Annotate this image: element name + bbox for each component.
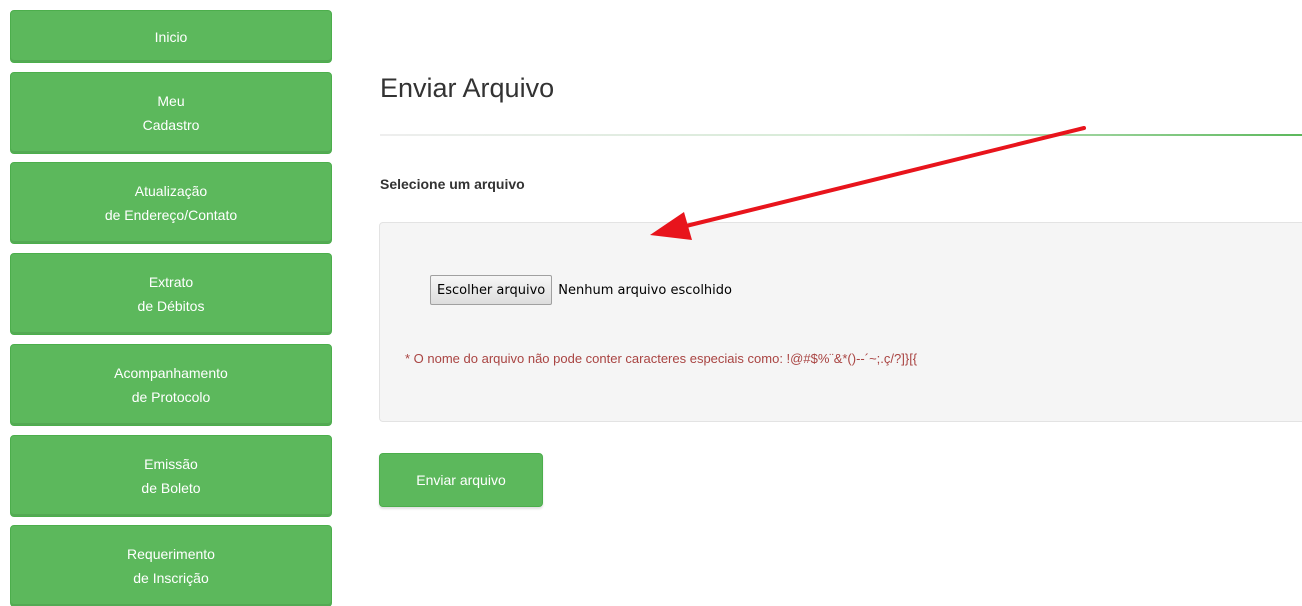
send-file-button[interactable]: Enviar arquivo xyxy=(379,453,543,507)
sidebar-item-meu-cadastro[interactable]: Meu Cadastro xyxy=(10,72,332,154)
sidebar-item-sublabel: de Boleto xyxy=(141,480,201,496)
file-section-label: Selecione um arquivo xyxy=(380,176,525,192)
filename-warning: * O nome do arquivo não pode conter cara… xyxy=(405,351,918,366)
sidebar-item-emissao-boleto[interactable]: Emissão de Boleto xyxy=(10,435,332,517)
sidebar-item-label: Emissão xyxy=(144,456,198,472)
file-status-text: Nenhum arquivo escolhido xyxy=(558,282,732,298)
sidebar-item-sublabel: de Débitos xyxy=(137,298,205,314)
sidebar-item-label: Requerimento xyxy=(127,546,215,562)
sidebar-item-sublabel: de Endereço/Contato xyxy=(104,207,238,223)
choose-file-button[interactable]: Escolher arquivo xyxy=(430,275,553,305)
sidebar-item-extrato-debitos[interactable]: Extrato de Débitos xyxy=(10,253,332,335)
title-divider xyxy=(380,134,1302,136)
sidebar-item-sublabel: de Protocolo xyxy=(131,389,211,405)
sidebar-item-label: Extrato xyxy=(148,274,194,290)
file-input[interactable]: Escolher arquivo Nenhum arquivo escolhid… xyxy=(430,275,732,305)
sidebar-item-label: Inicio xyxy=(154,28,188,45)
sidebar-item-sublabel: de Inscrição xyxy=(133,570,209,586)
upload-panel: Escolher arquivo Nenhum arquivo escolhid… xyxy=(379,222,1302,422)
sidebar-item-sublabel: Cadastro xyxy=(142,117,200,133)
sidebar-item-acompanhamento-protocolo[interactable]: Acompanhamento de Protocolo xyxy=(10,344,332,426)
arrow-shaft xyxy=(684,126,1086,228)
sidebar-item-inicio[interactable]: Inicio xyxy=(10,10,332,63)
sidebar-item-requerimento-inscricao[interactable]: Requerimento de Inscrição xyxy=(10,525,332,606)
sidebar-item-label: Atualização xyxy=(134,183,208,199)
sidebar-item-label: Acompanhamento xyxy=(114,365,228,381)
page-title: Enviar Arquivo xyxy=(380,73,555,103)
sidebar-item-label: Meu xyxy=(157,93,185,109)
sidebar-item-atualizacao-endereco[interactable]: Atualização de Endereço/Contato xyxy=(10,162,332,244)
page: Inicio Meu Cadastro Atualização de Ender… xyxy=(0,0,1302,606)
